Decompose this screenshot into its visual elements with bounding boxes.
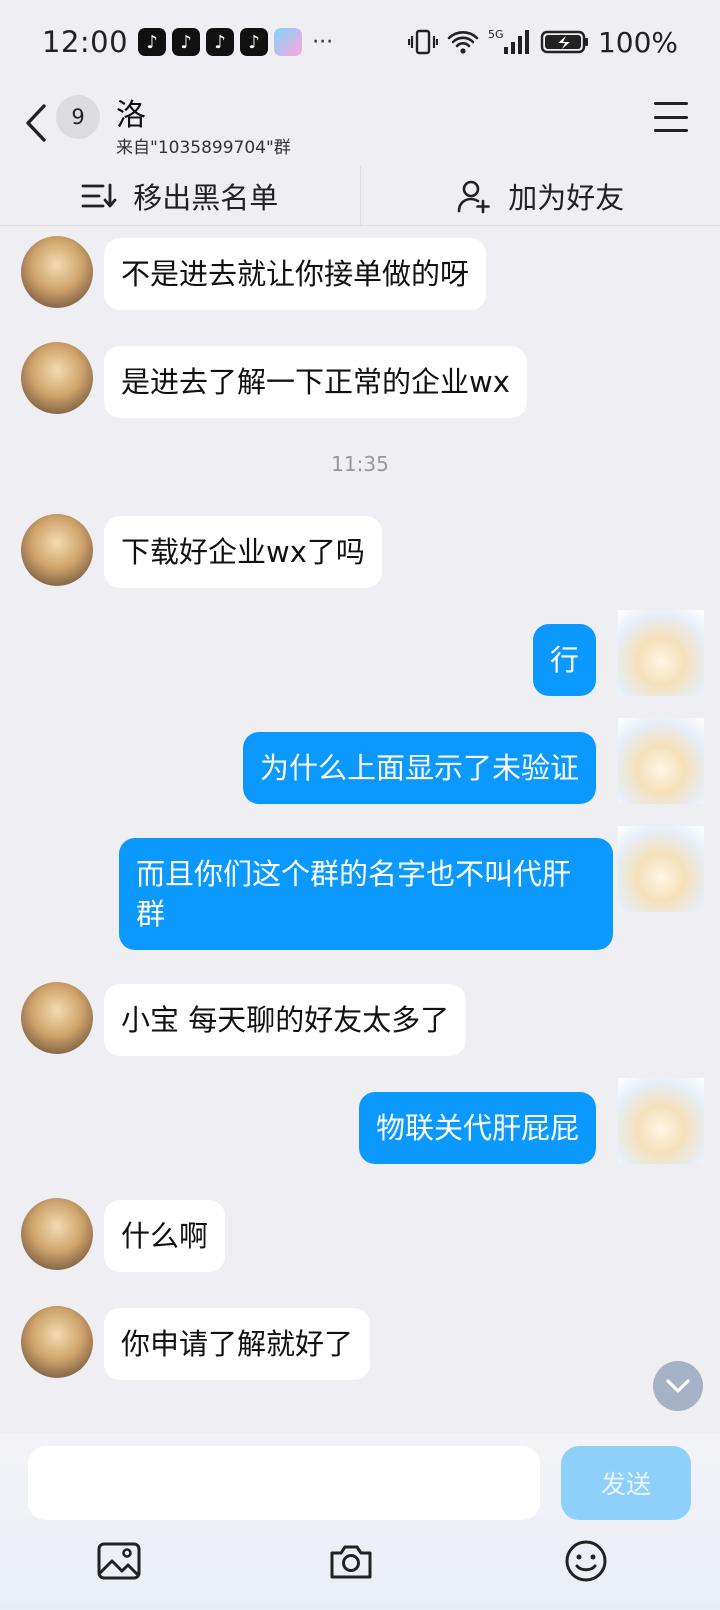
camera-button[interactable] bbox=[326, 1536, 376, 1586]
outgoing-message[interactable]: 为什么上面显示了未验证 bbox=[242, 732, 596, 804]
sender-avatar[interactable] bbox=[21, 514, 93, 586]
incoming-message[interactable]: 什么啊 bbox=[104, 1200, 226, 1272]
outgoing-message[interactable]: 物联关代肝屁屁 bbox=[358, 1092, 596, 1164]
tiktok-icon: ♪ bbox=[138, 28, 167, 56]
incoming-message[interactable]: 下载好企业wx了吗 bbox=[104, 516, 382, 588]
remove-from-blacklist-label: 移出黑名单 bbox=[133, 180, 279, 215]
add-friend-label: 加为好友 bbox=[508, 180, 625, 215]
chat-title: 洛 bbox=[116, 98, 146, 133]
my-avatar[interactable] bbox=[618, 610, 704, 696]
battery-percent: 100% bbox=[597, 25, 678, 59]
chat-header: 9 洛 来自"1035899704"群 bbox=[0, 84, 720, 166]
notification-icons: ♪ ♪ ♪ ♪ ··· bbox=[138, 28, 333, 56]
tiktok-icon: ♪ bbox=[172, 28, 201, 56]
image-picker-button[interactable] bbox=[94, 1536, 144, 1586]
incoming-message[interactable]: 是进去了解一下正常的企业wx bbox=[104, 346, 527, 418]
hamburger-menu-icon[interactable] bbox=[654, 102, 688, 132]
sender-avatar[interactable] bbox=[21, 1198, 93, 1270]
image-icon bbox=[97, 1542, 141, 1580]
svg-text:5G: 5G bbox=[488, 28, 504, 41]
remove-from-blacklist-button[interactable]: 移出黑名单 bbox=[0, 166, 360, 225]
tiktok-icon: ♪ bbox=[240, 28, 269, 56]
battery-icon bbox=[540, 27, 590, 57]
back-button[interactable] bbox=[22, 98, 54, 148]
outgoing-message[interactable]: 而且你们这个群的名字也不叫代肝群 bbox=[119, 838, 613, 950]
my-avatar[interactable] bbox=[618, 826, 704, 912]
sender-avatar[interactable] bbox=[21, 342, 93, 414]
status-time: 12:00 bbox=[42, 25, 129, 59]
my-avatar[interactable] bbox=[618, 1078, 704, 1164]
status-bar: 12:00 ♪ ♪ ♪ ♪ ··· 5G 100% bbox=[0, 0, 720, 84]
add-friend-button[interactable]: 加为好友 bbox=[361, 166, 720, 225]
vibrate-icon bbox=[407, 27, 438, 57]
message-input[interactable] bbox=[28, 1446, 540, 1520]
incoming-message[interactable]: 小宝 每天聊的好友太多了 bbox=[104, 984, 467, 1056]
send-button[interactable]: 发送 bbox=[561, 1446, 691, 1520]
message-list[interactable]: 不是进去就让你接单做的呀 是进去了解一下正常的企业wx 11:35 下载好企业w… bbox=[0, 226, 720, 1434]
unread-count-badge[interactable]: 9 bbox=[56, 95, 100, 139]
outgoing-message[interactable]: 行 bbox=[532, 624, 596, 696]
camera-icon bbox=[330, 1545, 372, 1579]
scroll-to-bottom-button[interactable] bbox=[653, 1361, 703, 1411]
list-remove-icon bbox=[81, 183, 117, 207]
action-bar: 移出黑名单 加为好友 bbox=[0, 166, 720, 226]
message-timestamp: 11:35 bbox=[331, 452, 389, 476]
game-icon bbox=[274, 28, 303, 56]
sender-avatar[interactable] bbox=[21, 982, 93, 1054]
chevron-left-icon bbox=[26, 104, 46, 142]
chevron-down-icon bbox=[666, 1379, 690, 1393]
incoming-message[interactable]: 不是进去就让你接单做的呀 bbox=[104, 238, 487, 310]
system-status: 5G 100% bbox=[407, 25, 678, 59]
signal-5g-icon: 5G bbox=[488, 27, 532, 57]
chat-subtitle: 来自"1035899704"群 bbox=[116, 138, 291, 158]
my-avatar[interactable] bbox=[618, 718, 704, 804]
sender-avatar[interactable] bbox=[21, 1306, 93, 1378]
emoji-icon bbox=[565, 1540, 607, 1582]
input-area: 发送 bbox=[0, 1434, 720, 1610]
wifi-icon bbox=[446, 27, 480, 57]
sender-avatar[interactable] bbox=[21, 236, 93, 308]
more-notifications-icon: ··· bbox=[312, 29, 334, 55]
emoji-button[interactable] bbox=[561, 1536, 611, 1586]
add-user-icon bbox=[457, 180, 491, 213]
incoming-message[interactable]: 你申请了解就好了 bbox=[104, 1308, 371, 1380]
tiktok-icon: ♪ bbox=[206, 28, 235, 56]
